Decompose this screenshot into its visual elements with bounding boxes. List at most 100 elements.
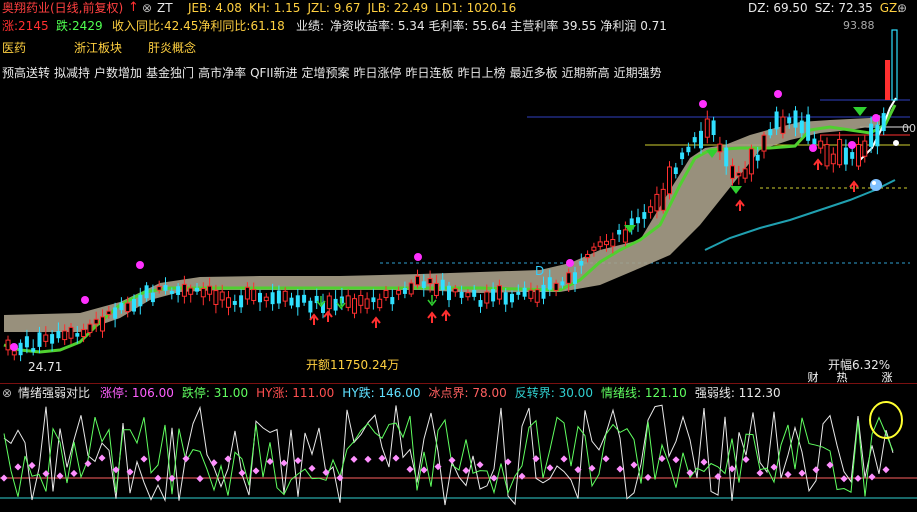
candle-body (472, 289, 477, 297)
candle-body (824, 144, 830, 167)
pane-separator[interactable] (0, 383, 917, 384)
limit-up-dot (280, 459, 288, 467)
candle-body (181, 283, 187, 297)
metric-value: 30.00 (554, 386, 593, 400)
limit-up-dot (574, 466, 582, 474)
limit-up-dot (686, 469, 694, 477)
limit-up-dot (784, 470, 792, 479)
candle-body (837, 138, 843, 166)
signal-dot (136, 261, 144, 269)
limit-up-dot (364, 455, 372, 463)
limit-up-dot (490, 474, 498, 482)
candle-body (566, 272, 572, 284)
limit-up-dot (756, 469, 764, 477)
metric-value: 31.00 (209, 386, 249, 400)
candle-body (680, 152, 685, 160)
candle-body (333, 298, 338, 311)
candle-body (604, 240, 609, 246)
metric-label: 情绪线: (600, 386, 641, 400)
candle-body (106, 310, 112, 315)
red-arrow-icon (323, 310, 333, 322)
candle-body (704, 118, 710, 138)
candle-body (573, 272, 577, 284)
limit-up-dot (434, 463, 442, 471)
metric-item: 冰点界: 78.00 (429, 386, 507, 400)
limit-up-dot (588, 464, 596, 472)
limit-up-dot (546, 464, 554, 472)
candle-body (156, 286, 162, 291)
candle-body (138, 294, 143, 307)
candle-body (219, 291, 225, 301)
candle-body (232, 301, 237, 305)
candle-body (11, 350, 17, 356)
metric-item: 强弱线: 112.30 (695, 386, 781, 400)
candle-body (427, 278, 433, 285)
candle-body (610, 239, 616, 247)
limit-up-dot (322, 468, 330, 477)
metric-label: HY跌: (342, 386, 375, 400)
indicator-name[interactable]: 情绪强弱对比 (18, 386, 90, 400)
candle-body (244, 286, 250, 300)
limit-up-dot (882, 466, 890, 474)
limit-up-dot (112, 466, 120, 474)
kline-chart[interactable] (0, 0, 917, 383)
limit-up-dot (826, 461, 834, 469)
candle-body (793, 110, 798, 128)
indicator-settings-icon[interactable]: ⊗ (2, 386, 12, 400)
candle-body (282, 290, 288, 302)
limit-up-dot (70, 469, 78, 477)
last-candle (885, 60, 890, 100)
limit-up-dot (350, 455, 358, 463)
limit-up-dot (182, 455, 190, 463)
candle-body (673, 167, 678, 175)
candle-body (748, 148, 754, 175)
candle-body (295, 295, 300, 308)
candle-body (258, 292, 262, 303)
candle-body (862, 140, 868, 157)
candle-body (585, 253, 591, 259)
limit-up-dot (168, 474, 176, 482)
candle-body (496, 285, 502, 300)
limit-up-dot (462, 466, 470, 475)
candle-body (169, 290, 174, 294)
candle-body (547, 277, 552, 290)
signal-dot (699, 100, 707, 108)
limit-up-dot (140, 455, 148, 463)
candle-body (491, 289, 496, 302)
limit-up-dots (0, 454, 890, 483)
candle-body (37, 332, 42, 347)
limit-up-dot (392, 454, 400, 462)
d-marker: D (535, 264, 545, 278)
limit-up-dot (644, 473, 652, 481)
red-arrow-icon (427, 311, 437, 323)
candle-body (452, 288, 458, 293)
candle-body (125, 302, 131, 313)
candle-body (830, 153, 836, 165)
candle-body (692, 137, 697, 143)
candle-body (352, 298, 357, 314)
limit-up-dot (728, 465, 736, 473)
metric-value: 112.30 (734, 386, 781, 400)
metric-value: 111.00 (288, 386, 335, 400)
signal-dot (774, 90, 782, 98)
candle-body (660, 188, 666, 211)
limit-up-dot (504, 458, 512, 466)
candle-body (787, 117, 792, 124)
candle-body (75, 333, 80, 337)
signal-dot (848, 141, 856, 149)
limit-up-dot (532, 455, 540, 463)
green-arrow-icon (427, 295, 437, 307)
candle-body (856, 143, 861, 167)
limit-up-dot (714, 472, 722, 481)
limit-up-dot (42, 470, 50, 478)
candle-body (534, 289, 540, 303)
signal-dot (809, 144, 817, 152)
limit-up-dot (210, 459, 218, 467)
limit-up-dot (448, 456, 456, 464)
limit-up-dot (518, 472, 526, 480)
candle-body (383, 289, 389, 299)
metric-item: 涨停: 106.00 (100, 386, 174, 400)
candle-body (774, 111, 779, 130)
candle-body (371, 297, 376, 303)
candle-body (869, 123, 874, 147)
